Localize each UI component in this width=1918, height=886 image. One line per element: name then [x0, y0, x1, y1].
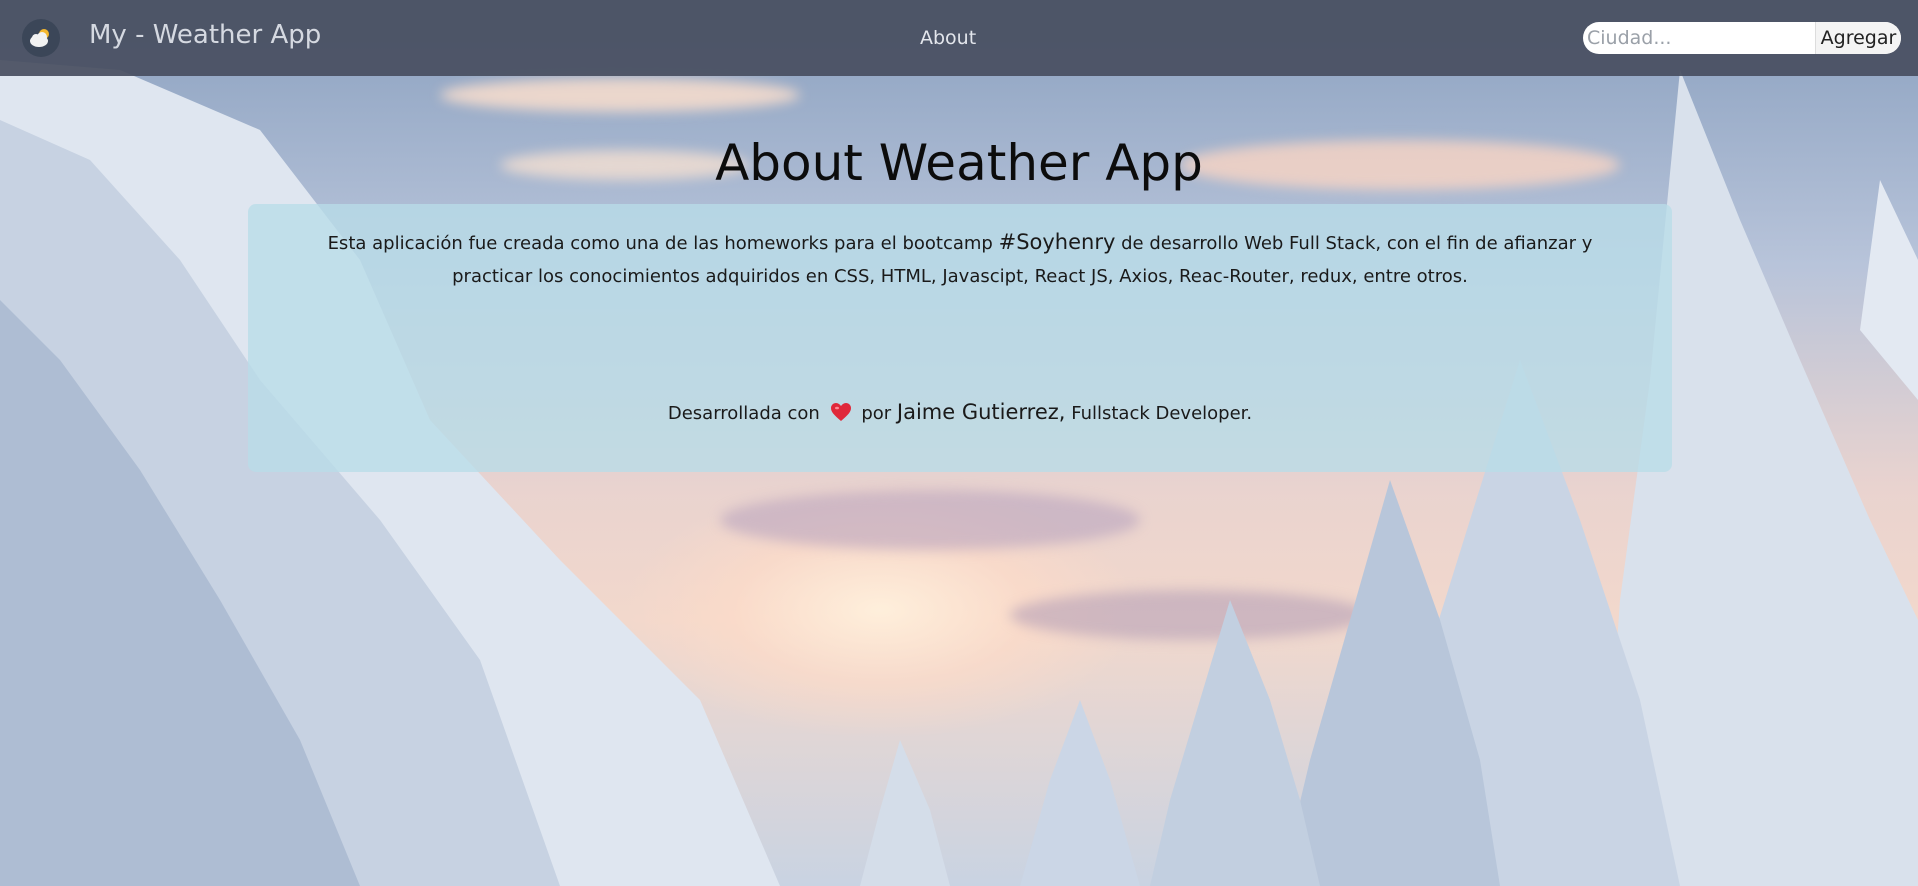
author-role: Fullstack Developer. — [1071, 403, 1253, 424]
navbar: My - Weather App About Agregar — [0, 0, 1918, 76]
description-prefix: Esta aplicación fue creada como una de l… — [327, 233, 999, 254]
credit-by: por — [861, 403, 892, 424]
page-title: About Weather App — [715, 134, 1203, 192]
credit-line: Desarrollada con por Jaime Gutierrez, Fu… — [248, 400, 1672, 427]
weather-logo-icon[interactable] — [22, 19, 60, 57]
soyhenry-tag: #Soyhenry — [998, 230, 1116, 254]
about-description: Esta aplicación fue creada como una de l… — [288, 226, 1632, 293]
add-city-button[interactable]: Agregar — [1815, 22, 1901, 54]
app-brand[interactable]: My - Weather App — [89, 20, 321, 50]
author-name: Jaime Gutierrez, — [896, 400, 1066, 424]
heart-icon — [830, 402, 852, 427]
city-search-input[interactable] — [1583, 23, 1815, 53]
search-bar: Agregar — [1583, 22, 1901, 54]
credit-prefix: Desarrollada con — [667, 403, 820, 424]
nav-about-link[interactable]: About — [920, 27, 976, 49]
about-card: Esta aplicación fue creada como una de l… — [248, 204, 1672, 472]
